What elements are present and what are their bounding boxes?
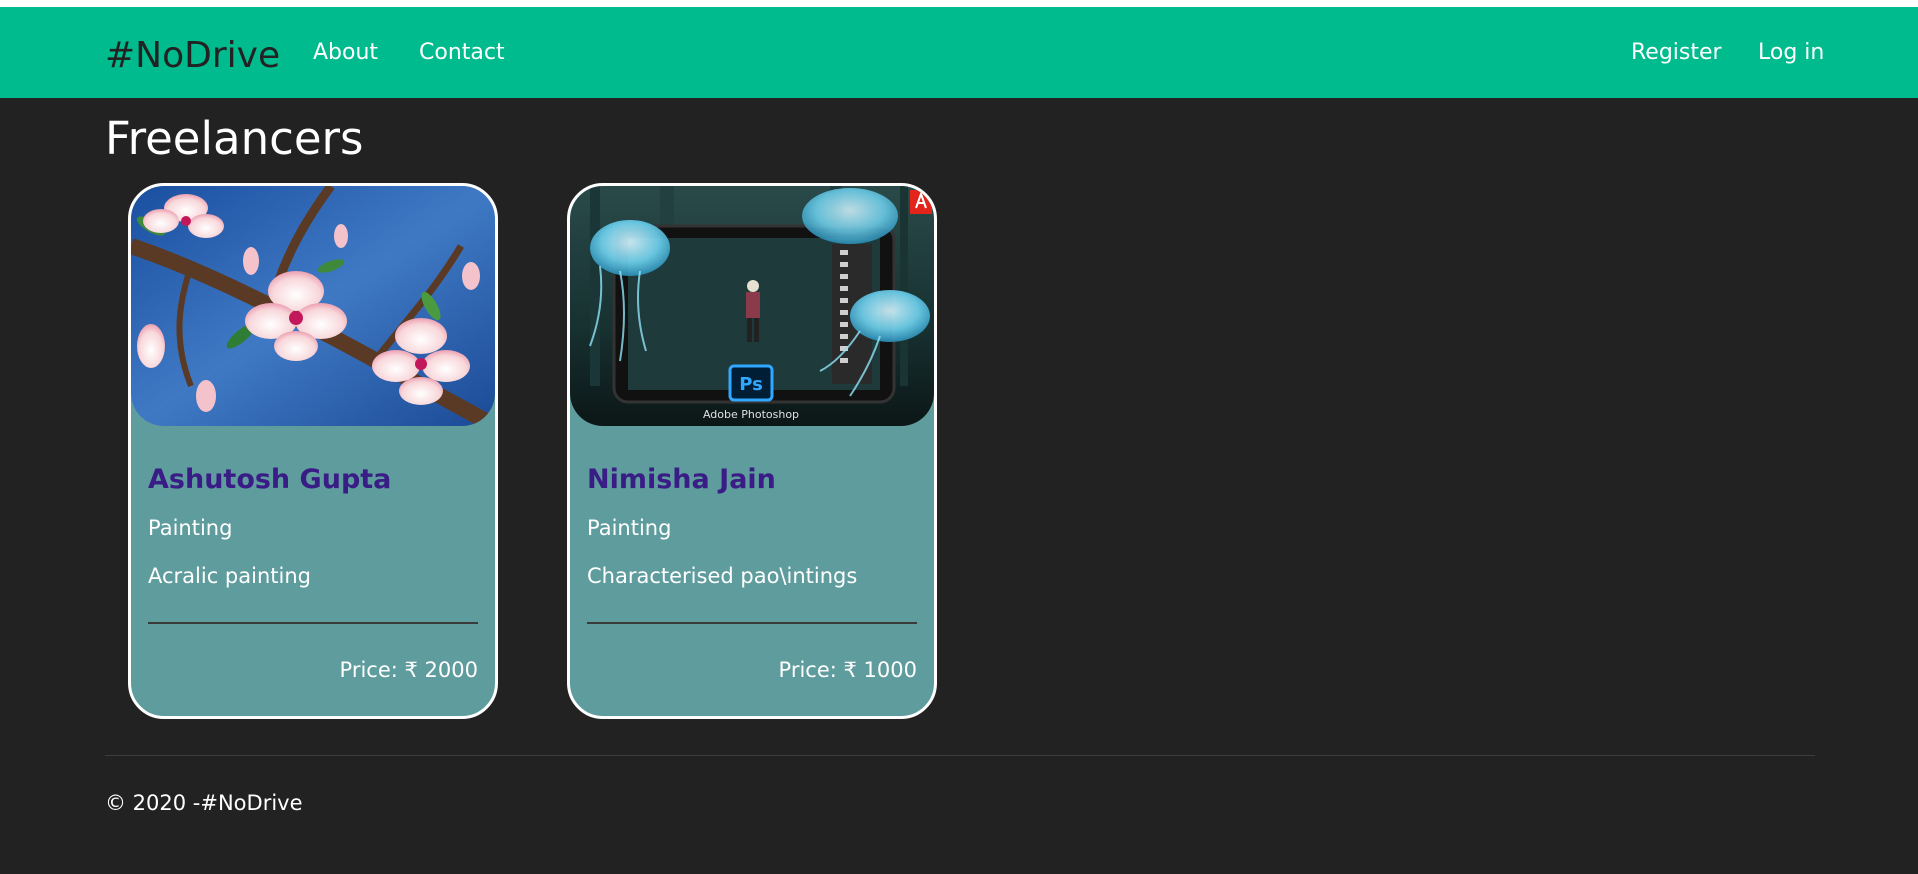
freelancer-card[interactable]: Ps Adobe Photoshop Nimisha Jain Painting… [567,183,937,719]
footer-copyright: © 2020 -#NoDrive [105,791,303,815]
navbar: #NoDrive About Contact Register Log in [0,7,1918,98]
freelancer-card[interactable]: Ashutosh Gupta Painting Acralic painting… [128,183,498,719]
freelancer-name[interactable]: Ashutosh Gupta [148,464,391,496]
freelancer-category: Painting [148,516,233,540]
nav-register-link[interactable]: Register [1631,40,1722,66]
photoshop-promo-image: Ps Adobe Photoshop [570,186,934,426]
freelancer-description: Acralic painting [148,564,311,588]
card-image-painting [131,186,495,426]
top-strip [0,0,1918,7]
cherry-blossom-painting [131,186,495,426]
image-caption: Adobe Photoshop [703,408,799,421]
brand-link[interactable]: #NoDrive [105,34,280,77]
nav-login-link[interactable]: Log in [1758,40,1824,66]
freelancer-description: Characterised pao\intings [587,564,858,588]
ps-badge-text: Ps [739,374,763,395]
footer-divider [105,755,1815,756]
nav-about-link[interactable]: About [313,40,378,66]
freelancer-price: Price: ₹ 2000 [339,658,478,682]
freelancer-price: Price: ₹ 1000 [778,658,917,682]
freelancer-name[interactable]: Nimisha Jain [587,464,776,496]
card-image-photoshop: Ps Adobe Photoshop [570,186,934,426]
card-divider [587,622,917,624]
nav-contact-link[interactable]: Contact [419,40,505,66]
freelancer-category: Painting [587,516,672,540]
page-title: Freelancers [105,112,364,165]
card-divider [148,622,478,624]
